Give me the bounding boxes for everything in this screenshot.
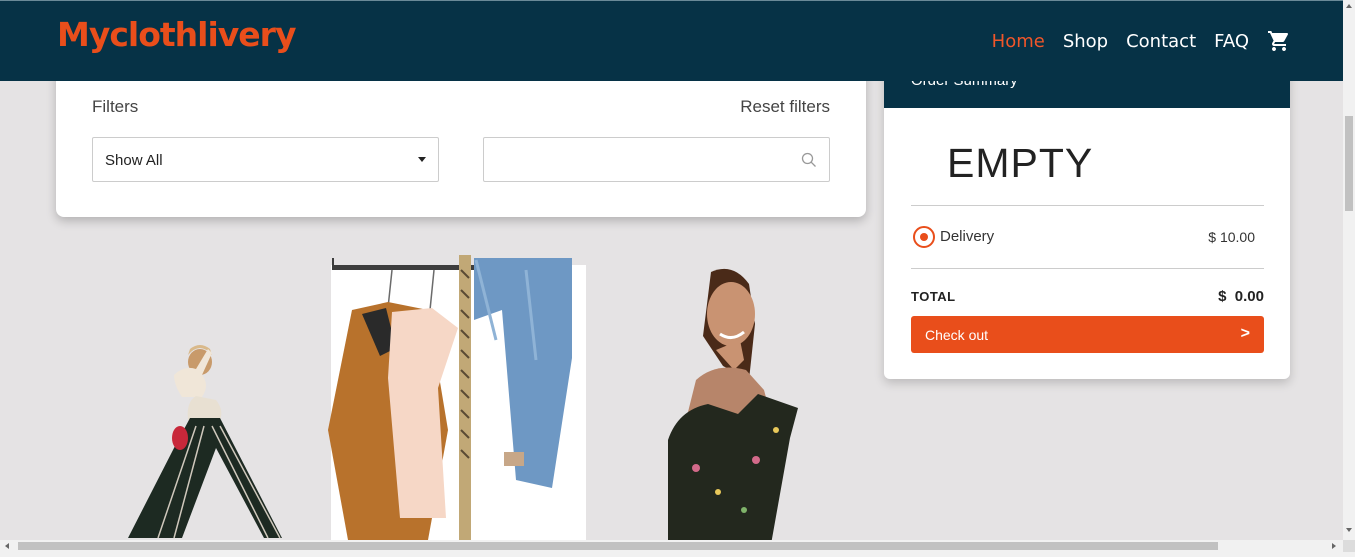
nav-shop-link[interactable]: Shop xyxy=(1063,31,1108,52)
hero-product-images xyxy=(56,230,866,550)
navbar: Myclothlivery Home Shop Contact FAQ xyxy=(0,0,1343,81)
chevron-down-icon xyxy=(418,157,426,162)
horizontal-scrollbar[interactable] xyxy=(0,540,1343,552)
filters-panel: Filters Reset filters Show All xyxy=(56,70,866,217)
divider xyxy=(911,205,1264,206)
window-bottom-edge xyxy=(0,552,1355,557)
delivery-label: Delivery xyxy=(940,228,995,245)
divider xyxy=(911,268,1264,269)
vertical-scrollbar[interactable] xyxy=(1343,0,1355,540)
brand-logo[interactable]: Myclothlivery xyxy=(57,15,296,54)
clothing-rack-image xyxy=(328,255,586,540)
scroll-left-icon[interactable] xyxy=(5,543,9,549)
order-summary-panel: Order Summary EMPTY Delivery $ 10.00 TOT… xyxy=(884,60,1290,379)
model-image-right xyxy=(668,268,798,550)
checkout-button[interactable]: Check out > xyxy=(911,316,1264,353)
horizontal-scroll-thumb[interactable] xyxy=(18,542,1218,550)
scroll-up-icon[interactable] xyxy=(1346,4,1352,8)
scrollbar-corner xyxy=(1343,540,1355,552)
filters-title: Filters xyxy=(92,97,139,116)
scroll-down-icon[interactable] xyxy=(1346,528,1352,532)
cart-icon[interactable] xyxy=(1267,29,1291,53)
search-icon[interactable] xyxy=(801,152,817,168)
product-photo-collage xyxy=(128,255,798,550)
reset-filters-link[interactable]: Reset filters xyxy=(740,97,830,117)
delivery-radio[interactable] xyxy=(913,226,935,248)
model-image-left xyxy=(128,345,282,539)
cart-empty-text: EMPTY xyxy=(947,140,1094,186)
nav-contact-link[interactable]: Contact xyxy=(1126,31,1196,52)
nav-home-link[interactable]: Home xyxy=(992,31,1045,52)
checkout-label: Check out xyxy=(925,326,989,343)
main-nav: Home Shop Contact FAQ xyxy=(992,29,1291,53)
category-select-value: Show All xyxy=(105,152,163,169)
delivery-price: $ 10.00 xyxy=(1208,229,1255,245)
total-value: $ 0.00 xyxy=(1218,288,1264,305)
search-field xyxy=(483,137,830,182)
search-input[interactable] xyxy=(484,138,784,179)
scroll-right-icon[interactable] xyxy=(1332,543,1336,549)
arrow-right-icon: > xyxy=(1240,325,1250,342)
category-select[interactable]: Show All xyxy=(92,137,439,182)
total-label: TOTAL xyxy=(911,289,956,304)
nav-faq-link[interactable]: FAQ xyxy=(1214,31,1249,52)
vertical-scroll-thumb[interactable] xyxy=(1345,116,1353,211)
